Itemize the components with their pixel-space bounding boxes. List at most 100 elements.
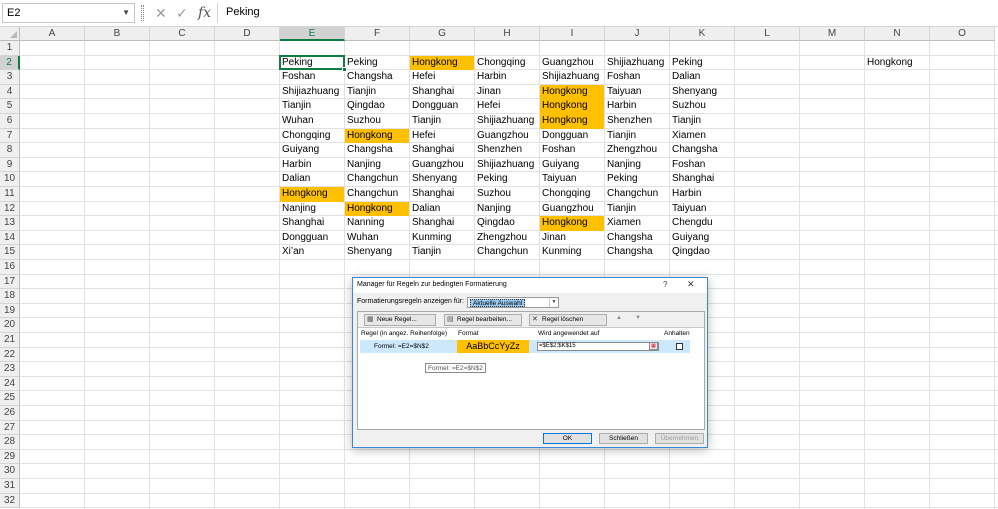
cell-g6[interactable]: Tianjin xyxy=(410,114,474,129)
cell-j12[interactable]: Tianjin xyxy=(605,202,669,217)
cell-f13[interactable]: Nanning xyxy=(345,216,409,231)
cell-j5[interactable]: Harbin xyxy=(605,99,669,114)
row-header-7[interactable]: 7 xyxy=(0,128,20,144)
cell-k8[interactable]: Changsha xyxy=(670,143,734,158)
cell-k9[interactable]: Foshan xyxy=(670,158,734,173)
cell-g3[interactable]: Hefei xyxy=(410,70,474,85)
cell-j3[interactable]: Foshan xyxy=(605,70,669,85)
row-header-2[interactable]: 2 xyxy=(0,55,20,71)
column-header-c[interactable]: C xyxy=(150,27,215,41)
cell-f7[interactable]: Hongkong xyxy=(345,128,409,144)
row-header-14[interactable]: 14 xyxy=(0,230,20,246)
help-icon[interactable]: ? xyxy=(663,280,667,289)
apply-button[interactable]: Übernehmen xyxy=(655,433,704,444)
cell-f12[interactable]: Hongkong xyxy=(345,201,409,217)
row-header-19[interactable]: 19 xyxy=(0,303,20,319)
cell-e15[interactable]: Xi’an xyxy=(280,245,344,260)
edit-rule-button[interactable]: ▤ Regel bearbeiten... xyxy=(444,314,522,326)
cell-f15[interactable]: Shenyang xyxy=(345,245,409,260)
row-header-30[interactable]: 30 xyxy=(0,464,20,479)
cell-h2[interactable]: Chongqing xyxy=(475,56,539,71)
cell-j10[interactable]: Peking xyxy=(605,172,669,187)
insert-function-icon[interactable]: fx xyxy=(198,4,211,22)
cell-i11[interactable]: Chongqing xyxy=(540,187,604,202)
column-header-f[interactable]: F xyxy=(345,27,410,41)
cell-h5[interactable]: Hefei xyxy=(475,99,539,114)
cell-h8[interactable]: Shenzhen xyxy=(475,143,539,158)
cell-j15[interactable]: Changsha xyxy=(605,245,669,260)
row-header-16[interactable]: 16 xyxy=(0,260,20,275)
row-header-13[interactable]: 13 xyxy=(0,216,20,231)
column-header-m[interactable]: M xyxy=(800,27,865,41)
cell-h9[interactable]: Shijiazhuang xyxy=(475,158,539,173)
cell-k4[interactable]: Shenyang xyxy=(670,85,734,100)
row-header-24[interactable]: 24 xyxy=(0,376,20,392)
cell-k2[interactable]: Peking xyxy=(670,56,734,71)
column-header-d[interactable]: D xyxy=(215,27,280,41)
formula-input[interactable]: Peking xyxy=(217,3,998,23)
column-header-o[interactable]: O xyxy=(930,27,995,41)
row-header-4[interactable]: 4 xyxy=(0,84,20,100)
column-header-j[interactable]: J xyxy=(605,27,670,41)
cell-f14[interactable]: Wuhan xyxy=(345,231,409,246)
row-header-6[interactable]: 6 xyxy=(0,114,20,129)
row-header-22[interactable]: 22 xyxy=(0,347,20,363)
row-header-29[interactable]: 29 xyxy=(0,449,20,465)
chevron-down-icon[interactable]: ▼ xyxy=(549,298,558,307)
column-header-i[interactable]: I xyxy=(540,27,605,41)
cell-h10[interactable]: Peking xyxy=(475,172,539,187)
cell-g12[interactable]: Dalian xyxy=(410,202,474,217)
cell-e9[interactable]: Harbin xyxy=(280,158,344,173)
cell-i12[interactable]: Guangzhou xyxy=(540,202,604,217)
cell-f5[interactable]: Qingdao xyxy=(345,99,409,114)
column-header-l[interactable]: L xyxy=(735,27,800,41)
cell-h6[interactable]: Shijiazhuang xyxy=(475,114,539,129)
scope-select[interactable]: Aktuelle Auswahl ▼ xyxy=(467,297,559,308)
row-header-15[interactable]: 15 xyxy=(0,245,20,260)
cell-g5[interactable]: Dongguan xyxy=(410,99,474,114)
cell-f6[interactable]: Suzhou xyxy=(345,114,409,129)
cell-e13[interactable]: Shanghai xyxy=(280,216,344,231)
cell-j11[interactable]: Changchun xyxy=(605,187,669,202)
cell-i3[interactable]: Shijiazhuang xyxy=(540,70,604,85)
cell-h14[interactable]: Zhengzhou xyxy=(475,231,539,246)
cancel-icon[interactable]: ✕ xyxy=(155,4,167,22)
cell-j13[interactable]: Xiamen xyxy=(605,216,669,231)
name-box[interactable]: E2 ▼ xyxy=(2,3,135,23)
cell-j2[interactable]: Shijiazhuang xyxy=(605,56,669,71)
row-header-10[interactable]: 10 xyxy=(0,172,20,187)
cell-k3[interactable]: Dalian xyxy=(670,70,734,85)
cell-i10[interactable]: Taiyuan xyxy=(540,172,604,187)
cell-h13[interactable]: Qingdao xyxy=(475,216,539,231)
cell-h4[interactable]: Jinan xyxy=(475,85,539,100)
row-header-18[interactable]: 18 xyxy=(0,289,20,304)
cell-g2[interactable]: Hongkong xyxy=(410,55,474,71)
move-down-icon[interactable]: ▼ xyxy=(635,315,641,321)
row-header-27[interactable]: 27 xyxy=(0,420,20,436)
row-header-26[interactable]: 26 xyxy=(0,406,20,421)
cell-g10[interactable]: Shenyang xyxy=(410,172,474,187)
cell-e4[interactable]: Shijiazhuang xyxy=(280,85,344,100)
range-picker-icon[interactable]: ▦ xyxy=(649,342,658,350)
close-icon[interactable]: ✕ xyxy=(687,279,695,290)
cell-g8[interactable]: Shanghai xyxy=(410,143,474,158)
cell-i8[interactable]: Foshan xyxy=(540,143,604,158)
cell-g11[interactable]: Shanghai xyxy=(410,187,474,202)
ok-button[interactable]: OK xyxy=(543,433,592,444)
cell-f4[interactable]: Tianjin xyxy=(345,85,409,100)
cell-h12[interactable]: Nanjing xyxy=(475,202,539,217)
row-header-21[interactable]: 21 xyxy=(0,333,20,348)
cell-i14[interactable]: Jinan xyxy=(540,231,604,246)
row-header-3[interactable]: 3 xyxy=(0,70,20,85)
cell-k13[interactable]: Chengdu xyxy=(670,216,734,231)
row-header-20[interactable]: 20 xyxy=(0,318,20,333)
cell-j8[interactable]: Zhengzhou xyxy=(605,143,669,158)
cell-f10[interactable]: Changchun xyxy=(345,172,409,187)
cell-i5[interactable]: Hongkong xyxy=(540,99,604,114)
cell-e14[interactable]: Dongguan xyxy=(280,231,344,246)
close-button[interactable]: Schließen xyxy=(599,433,648,444)
cell-k15[interactable]: Qingdao xyxy=(670,245,734,260)
cell-e7[interactable]: Chongqing xyxy=(280,129,344,144)
column-header-h[interactable]: H xyxy=(475,27,540,41)
cell-e8[interactable]: Guiyang xyxy=(280,143,344,158)
